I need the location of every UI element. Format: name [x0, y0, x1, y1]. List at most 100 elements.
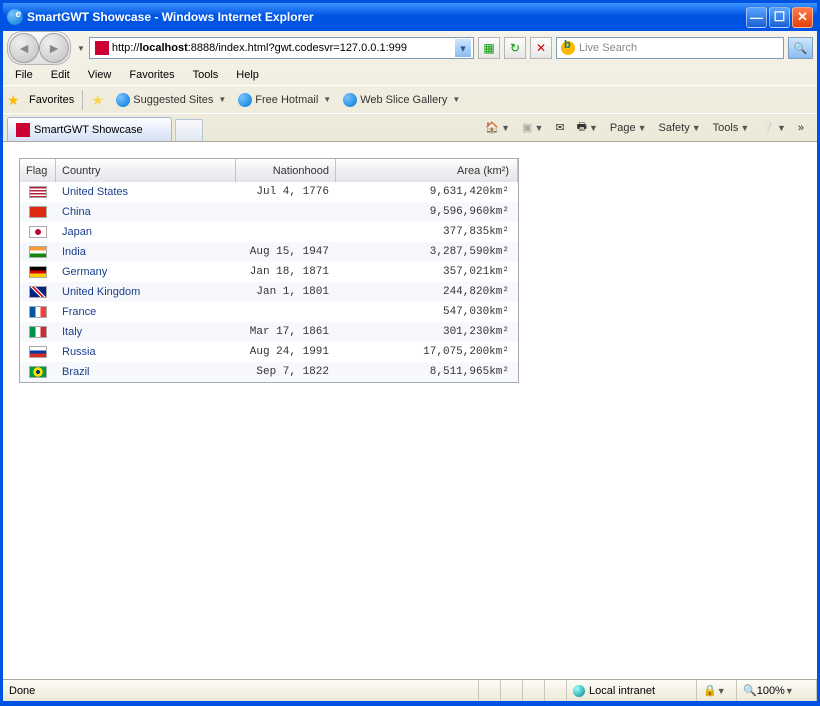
close-button[interactable]: ✕ [792, 7, 813, 28]
tools-menu[interactable]: Tools▼ [710, 120, 753, 136]
grid-body[interactable]: United StatesJul 4, 17769,631,420km²Chin… [20, 182, 518, 382]
cell-area: 9,596,960km² [336, 206, 518, 218]
table-row[interactable]: Japan377,835km² [20, 222, 518, 242]
flag-icon [29, 206, 47, 218]
col-nationhood[interactable]: Nationhood [236, 159, 336, 182]
cell-nationhood: Aug 15, 1947 [236, 246, 336, 258]
refresh-button[interactable]: ↻ [504, 37, 526, 59]
mail-button[interactable]: ✉ [552, 119, 567, 136]
web-slice-gallery[interactable]: Web Slice Gallery▼ [340, 91, 463, 109]
titlebar: SmartGWT Showcase - Windows Internet Exp… [3, 3, 817, 31]
table-row[interactable]: RussiaAug 24, 199117,075,200km² [20, 342, 518, 362]
cell-flag [20, 286, 56, 298]
table-row[interactable]: GermanyJan 18, 1871357,021km² [20, 262, 518, 282]
favorites-star-icon[interactable]: ★ [7, 92, 23, 108]
cell-country: Russia [56, 346, 236, 358]
cell-nationhood: Aug 24, 1991 [236, 346, 336, 358]
tab-favicon [16, 123, 30, 137]
cell-country: Germany [56, 266, 236, 278]
cell-nationhood: Mar 17, 1861 [236, 326, 336, 338]
flag-icon [29, 186, 47, 198]
cell-flag [20, 246, 56, 258]
new-tab-button[interactable] [175, 119, 203, 141]
zoom-control[interactable]: 🔍 100% ▼ [737, 680, 817, 701]
cell-area: 244,820km² [336, 286, 518, 298]
table-row[interactable]: France547,030km² [20, 302, 518, 322]
cell-flag [20, 266, 56, 278]
cell-country: United States [56, 186, 236, 198]
stop-button[interactable]: ✕ [530, 37, 552, 59]
grid-header: Flag Country Nationhood Area (km²) [20, 159, 518, 182]
menu-edit[interactable]: Edit [43, 67, 78, 83]
maximize-button[interactable]: ☐ [769, 7, 790, 28]
help-button[interactable]: ❔▼ [758, 119, 789, 136]
menu-favorites[interactable]: Favorites [121, 67, 182, 83]
home-button[interactable]: 🏠▼ [482, 119, 513, 136]
table-row[interactable]: China9,596,960km² [20, 202, 518, 222]
cell-flag [20, 346, 56, 358]
search-go-button[interactable]: 🔍 [788, 37, 813, 59]
nav-history-dropdown[interactable]: ▼ [77, 44, 85, 53]
zone-icon [573, 685, 585, 697]
security-zone[interactable]: Local intranet [567, 680, 697, 701]
cell-country: United Kingdom [56, 286, 236, 298]
minimize-button[interactable]: — [746, 7, 767, 28]
more-chevron[interactable]: » [795, 120, 807, 136]
table-row[interactable]: ItalyMar 17, 1861301,230km² [20, 322, 518, 342]
safety-menu[interactable]: Safety▼ [656, 120, 704, 136]
search-placeholder: Live Search [579, 42, 783, 54]
page-menu[interactable]: Page▼ [607, 120, 650, 136]
cell-area: 17,075,200km² [336, 346, 518, 358]
table-row[interactable]: BrazilSep 7, 18228,511,965km² [20, 362, 518, 382]
cell-country: Brazil [56, 366, 236, 378]
toolbar-area: ◄ ► ▼ http://localhost:8888/index.html?g… [3, 31, 817, 142]
forward-button[interactable]: ► [39, 33, 69, 63]
add-favorite-icon[interactable]: ★ [91, 92, 107, 108]
flag-icon [29, 306, 47, 318]
cell-nationhood: Jul 4, 1776 [236, 186, 336, 198]
separator [82, 90, 83, 110]
tab-label: SmartGWT Showcase [34, 124, 143, 136]
cell-area: 3,287,590km² [336, 246, 518, 258]
ie-mini-icon [238, 93, 252, 107]
table-row[interactable]: United KingdomJan 1, 1801244,820km² [20, 282, 518, 302]
suggested-sites[interactable]: Suggested Sites▼ [113, 91, 229, 109]
ie-mini-icon [343, 93, 357, 107]
table-row[interactable]: IndiaAug 15, 19473,287,590km² [20, 242, 518, 262]
flag-icon [29, 266, 47, 278]
menu-tools[interactable]: Tools [185, 67, 227, 83]
cell-area: 9,631,420km² [336, 186, 518, 198]
tab-active[interactable]: SmartGWT Showcase [7, 117, 172, 141]
page-content: Flag Country Nationhood Area (km²) Unite… [3, 142, 817, 679]
cell-nationhood: Jan 1, 1801 [236, 286, 336, 298]
compat-button[interactable]: ▦ [478, 37, 500, 59]
col-area[interactable]: Area (km²) [336, 159, 518, 182]
menu-view[interactable]: View [80, 67, 120, 83]
command-bar: 🏠▼ ▣▼ ✉ 🖶▼ Page▼ Safety▼ Tools▼ ❔▼ » [482, 114, 813, 141]
search-box[interactable]: Live Search [556, 37, 784, 59]
cell-flag [20, 366, 56, 378]
free-hotmail[interactable]: Free Hotmail▼ [235, 91, 334, 109]
protected-mode[interactable]: 🔒▼ [697, 680, 737, 701]
table-row[interactable]: United StatesJul 4, 17769,631,420km² [20, 182, 518, 202]
menu-help[interactable]: Help [228, 67, 267, 83]
favorites-label[interactable]: Favorites [29, 94, 74, 106]
col-country[interactable]: Country [56, 159, 236, 182]
back-button[interactable]: ◄ [9, 33, 39, 63]
col-flag[interactable]: Flag [20, 159, 56, 182]
menu-file[interactable]: File [7, 67, 41, 83]
cell-country: India [56, 246, 236, 258]
cell-flag [20, 306, 56, 318]
status-slot [479, 680, 501, 701]
print-button[interactable]: 🖶▼ [574, 116, 601, 139]
address-bar[interactable]: http://localhost:8888/index.html?gwt.cod… [89, 37, 474, 59]
cell-flag [20, 326, 56, 338]
cell-country: France [56, 306, 236, 318]
tab-bar: SmartGWT Showcase 🏠▼ ▣▼ ✉ 🖶▼ Page▼ Safet… [3, 113, 817, 141]
feeds-button[interactable]: ▣▼ [519, 119, 546, 136]
status-slot [501, 680, 523, 701]
status-text: Done [3, 680, 479, 701]
flag-icon [29, 346, 47, 358]
ie-icon [7, 9, 23, 25]
url-dropdown[interactable]: ▾ [455, 39, 471, 57]
